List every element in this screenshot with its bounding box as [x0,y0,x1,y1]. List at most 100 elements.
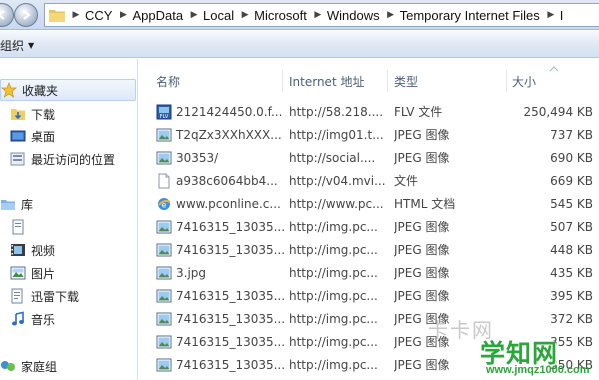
breadcrumb-item[interactable]: ▶ Temporary Internet Files [384,4,544,26]
navigation-pane: 收藏夹 下载 桌面 最近访问的位置 库 视频 图片 迅雷下载 音乐 家庭组 [0,59,138,380]
breadcrumb-label: CCY [85,7,113,23]
table-row[interactable]: 7416315_13035...http://img.pc...JPEG 图像3… [139,376,599,380]
file-name-cell[interactable]: 7416315_13035... [156,215,286,238]
nav-item-label: 视频 [31,243,56,258]
column-header-name[interactable]: 名称 [156,70,276,92]
file-type-cell: 文件 [394,174,419,188]
breadcrumb-item[interactable]: ▶ AppData [116,4,187,26]
file-name-cell[interactable]: T2qZx3XXhXXX... [156,123,286,146]
column-header-type[interactable]: 类型 [394,70,504,92]
breadcrumb-chevron-icon[interactable]: ▶ [187,10,201,20]
address-breadcrumb[interactable]: ▶ CCY ▶ AppData ▶ Local ▶ Microsoft ▶ Windows ▶ Tem… [44,3,599,27]
breadcrumb-item[interactable]: ▶ Windows [311,4,384,26]
table-row[interactable]: T2qZx3XXhXXX... http://img01.t... JPEG 图像 7… [139,123,599,146]
table-row[interactable]: 3.jpg http://img.pc... JPEG 图像 435 KB [139,261,599,284]
file-size-cell: 395 KB [550,288,593,303]
file-name-cell[interactable]: 7416315_13035... [156,307,286,330]
file-name-cell[interactable]: e www.pconline.c... [156,192,286,215]
nav-item-libraries[interactable]: 库 [0,193,136,215]
html-document-icon: e [158,197,171,210]
table-row[interactable]: e www.pconline.c... http://www.pc... HTML 文… [139,192,599,215]
nav-item-homegroup[interactable]: 家庭组 [0,355,136,377]
file-size-cell: 737 KB [550,127,593,142]
file-name-cell[interactable]: 3.jpg [156,261,286,284]
organize-label: 组织 [0,38,25,53]
breadcrumb-item[interactable]: ▶ Local [187,4,238,26]
column-header-internet-address[interactable]: Internet 地址 [289,70,389,92]
internet-address-cell: http://img.pc... [289,311,378,326]
file-name-cell[interactable]: 30353/ [156,146,286,169]
file-name-cell[interactable]: 7416315_13035... [156,376,286,380]
table-row[interactable]: 30353/http://social.... JPEG 图像 690 KB [139,146,599,169]
internet-address-cell: http://img.pc... [289,357,378,372]
documents-icon [12,219,24,235]
nav-item-recent-places[interactable]: 最近访问的位置 [10,148,146,170]
file-size-cell: 3 KB [509,376,597,380]
nav-item-downloads[interactable]: 下载 [10,103,146,125]
file-type-cell: JPEG 图像 [394,220,450,234]
nav-item-documents[interactable] [10,216,146,238]
breadcrumb-chevron-icon[interactable]: ▶ [384,10,398,20]
column-divider[interactable] [387,70,388,92]
nav-item-label: 音乐 [31,312,56,327]
file-name: 3.jpg [176,265,207,280]
address-bar-row: ▶ CCY ▶ AppData ▶ Local ▶ Microsoft ▶ Windows ▶ Tem… [0,0,599,30]
music-icon [12,311,24,326]
jpeg-image-icon [156,289,172,302]
file-size-cell: 545 KB [550,196,593,211]
file-name: a938c6064bb4... [176,173,278,188]
breadcrumb-item[interactable]: ▶ CCY [69,4,116,26]
nav-item-music[interactable]: 音乐 [10,308,146,330]
column-divider[interactable] [282,70,283,92]
internet-address-cell: http://img.pc... [289,334,378,349]
file-size-cell: 690 KB [550,150,593,165]
svg-text:FLV: FLV [160,114,169,120]
breadcrumb-chevron-icon[interactable]: ▶ [238,10,252,20]
breadcrumb-chevron-icon[interactable]: ▶ [116,10,130,20]
internet-address-cell: http://social.... [289,150,376,165]
internet-address-cell: http://img.pc... [289,265,378,280]
file-name: 2121424450.0.f... [176,104,283,119]
table-row[interactable]: 7416315_13035...http://img.pc...JPEG 图像3… [139,307,599,330]
organize-button[interactable]: 组织 ▼ [0,36,34,54]
library-icon [1,200,15,210]
jpeg-image-icon [156,128,172,141]
file-size-cell: 448 KB [550,242,593,257]
nav-item-desktop[interactable]: 桌面 [10,125,146,147]
column-header-size[interactable]: 大小 [512,70,592,92]
file-name-cell[interactable]: 7416315_13035... [156,353,286,376]
file-name-cell[interactable]: 7416315_13035... [156,238,286,261]
breadcrumb-chevron-icon[interactable]: ▶ [69,10,83,20]
homegroup-icon [1,361,15,371]
file-name-cell[interactable]: a938c6064bb4... [156,169,286,192]
file-name: 7416315_13035... [176,334,286,349]
breadcrumb-label: Temporary Internet Files [399,7,540,23]
file-name-cell[interactable]: 7416315_13035... [156,330,286,353]
table-row[interactable]: 7416315_13035... http://img.pc... JPEG 图像 5… [139,215,599,238]
file-name: www.pconline.c... [176,196,281,211]
breadcrumb-item[interactable]: ▶ Microsoft [238,4,311,26]
nav-item-pictures[interactable]: 图片 [10,262,146,284]
file-size-cell: 250,494 KB [523,104,593,119]
forward-button[interactable] [14,3,38,27]
breadcrumb-chevron-icon[interactable]: ▶ [311,10,325,20]
breadcrumb-item[interactable]: ▶ I [544,4,568,26]
table-row[interactable]: 7416315_13035...http://img.pc...JPEG 图像3… [139,284,599,307]
chevron-down-icon: ▼ [28,40,35,50]
internet-address-cell: http://www.pc... [289,196,384,211]
file-name-cell[interactable]: 7416315_13035... [156,284,286,307]
nav-item-favorites[interactable]: 收藏夹 [0,79,136,101]
breadcrumb-chevron-icon[interactable]: ▶ [544,10,558,20]
nav-item-thunder-downloads[interactable]: 迅雷下载 [10,285,146,307]
videos-icon [11,244,25,256]
back-button[interactable] [0,3,14,27]
file-name-cell[interactable]: FLV 2121424450.0.f... [156,100,286,123]
column-divider[interactable] [506,70,507,92]
internet-address-cell: http://img.pc... [289,288,378,303]
table-row[interactable]: 7416315_13035... http://img.pc... JPEG 图像 4… [139,238,599,261]
breadcrumb-label: AppData [132,7,184,23]
breadcrumb-label: Microsoft [254,7,307,23]
table-row[interactable]: FLV 2121424450.0.f... http://58.218.... FLV… [139,100,599,123]
table-row[interactable]: a938c6064bb4... http://v04.mvi... 文件 669 KB [139,169,599,192]
nav-item-videos[interactable]: 视频 [10,239,146,261]
